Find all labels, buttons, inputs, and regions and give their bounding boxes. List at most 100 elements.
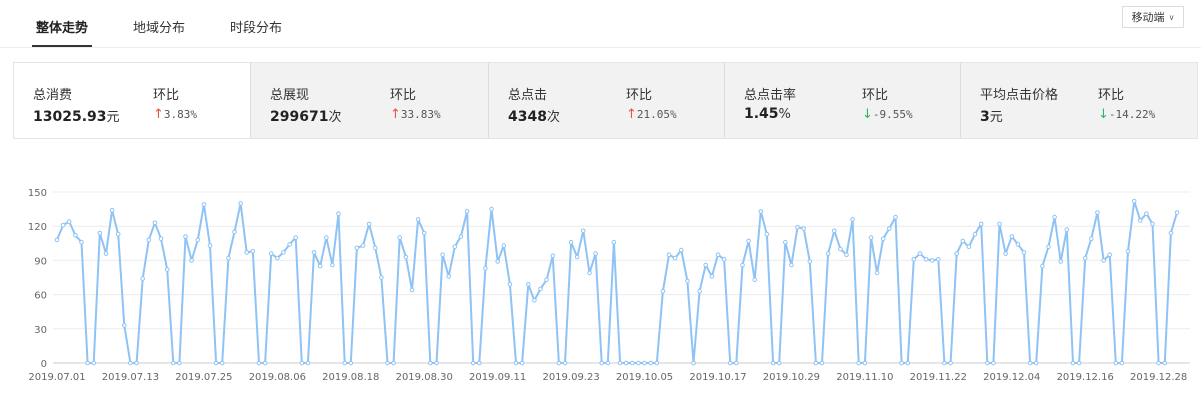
data-point[interactable] [838, 246, 843, 252]
data-point[interactable] [740, 262, 745, 268]
data-point[interactable] [1174, 210, 1180, 215]
metric-card-avg-click-price[interactable]: 平均点击价格 3元 环比 ↓-14.22% [960, 63, 1197, 138]
data-point[interactable] [164, 267, 170, 272]
data-point[interactable] [550, 253, 556, 259]
data-point[interactable] [360, 243, 366, 248]
metric-card-total-clicks[interactable]: 总点击 4348次 环比 ↑21.05% [488, 63, 724, 138]
data-point[interactable] [923, 257, 929, 262]
data-point[interactable] [734, 360, 739, 366]
data-point[interactable] [1107, 252, 1112, 257]
data-point[interactable] [887, 226, 892, 231]
data-point[interactable] [354, 245, 360, 251]
data-point[interactable] [770, 360, 776, 366]
data-point[interactable] [587, 270, 592, 276]
data-point[interactable] [287, 242, 292, 247]
data-point[interactable] [532, 298, 537, 303]
data-point[interactable] [421, 230, 427, 236]
data-point[interactable] [556, 360, 562, 366]
data-point[interactable] [1156, 360, 1161, 366]
data-point[interactable] [1064, 227, 1070, 232]
data-point[interactable] [1095, 210, 1100, 215]
data-point[interactable] [966, 244, 972, 249]
data-point[interactable] [795, 225, 800, 230]
data-point[interactable] [1021, 250, 1027, 255]
data-point[interactable] [366, 221, 372, 227]
data-point[interactable] [642, 360, 647, 366]
data-point[interactable] [936, 257, 941, 262]
data-point[interactable] [91, 360, 96, 366]
data-point[interactable] [281, 250, 286, 255]
tab-time-period-distribution[interactable]: 时段分布 [230, 17, 282, 36]
data-point[interactable] [526, 282, 531, 287]
data-point[interactable] [893, 214, 898, 220]
data-point[interactable] [213, 360, 219, 366]
data-point[interactable] [477, 360, 482, 366]
data-point[interactable] [97, 230, 103, 236]
data-point[interactable] [177, 360, 182, 366]
data-point[interactable] [648, 360, 654, 366]
data-point[interactable] [275, 255, 280, 261]
data-point[interactable] [1168, 230, 1174, 236]
data-point[interactable] [954, 251, 960, 256]
data-point[interactable] [1027, 360, 1033, 366]
data-point[interactable] [140, 276, 145, 281]
data-point[interactable] [146, 237, 152, 243]
data-point[interactable] [501, 243, 507, 248]
data-point[interactable] [207, 243, 213, 248]
data-point[interactable] [495, 259, 501, 264]
data-point[interactable] [1040, 263, 1045, 269]
data-point[interactable] [1119, 360, 1125, 366]
data-point[interactable] [128, 360, 133, 366]
tab-region-distribution[interactable]: 地域分布 [133, 17, 185, 36]
data-point[interactable] [440, 252, 445, 257]
data-point[interactable] [660, 288, 666, 294]
data-point[interactable] [672, 255, 678, 261]
data-point[interactable] [905, 360, 911, 366]
data-point[interactable] [311, 250, 317, 255]
data-point[interactable] [305, 360, 311, 366]
data-point[interactable] [862, 360, 868, 366]
data-point[interactable] [562, 360, 568, 366]
data-point[interactable] [324, 235, 329, 240]
data-point[interactable] [507, 282, 513, 287]
data-point[interactable] [1015, 242, 1021, 247]
data-point[interactable] [991, 360, 996, 366]
device-select[interactable]: 移动端 ∨ [1122, 6, 1184, 28]
data-point[interactable] [776, 360, 782, 366]
data-point[interactable] [1138, 218, 1143, 223]
data-point[interactable] [697, 288, 702, 294]
data-point[interactable] [599, 360, 605, 366]
data-point[interactable] [152, 220, 158, 226]
data-point[interactable] [103, 251, 109, 256]
data-point[interactable] [844, 252, 849, 257]
data-point[interactable] [513, 360, 519, 366]
data-point[interactable] [942, 360, 947, 366]
data-point[interactable] [250, 249, 256, 254]
data-point[interactable] [122, 323, 127, 328]
data-point[interactable] [715, 252, 721, 257]
data-point[interactable] [832, 228, 837, 234]
data-point[interactable] [189, 258, 194, 263]
data-point[interactable] [1033, 360, 1039, 366]
data-point[interactable] [623, 360, 629, 366]
data-point[interactable] [709, 274, 715, 279]
data-point[interactable] [783, 239, 788, 245]
data-point[interactable] [746, 238, 751, 244]
data-point[interactable] [268, 251, 274, 256]
data-point[interactable] [789, 262, 794, 268]
data-point[interactable] [195, 237, 201, 243]
data-point[interactable] [54, 237, 60, 243]
data-point[interactable] [519, 360, 525, 366]
data-point[interactable] [73, 233, 78, 238]
data-point[interactable] [317, 263, 323, 269]
data-point[interactable] [348, 360, 354, 366]
data-point[interactable] [134, 360, 139, 366]
data-point[interactable] [544, 277, 549, 283]
data-point[interactable] [330, 262, 335, 268]
data-point[interactable] [1076, 360, 1082, 366]
data-point[interactable] [721, 257, 727, 262]
data-point[interactable] [1125, 249, 1131, 254]
data-point[interactable] [489, 206, 494, 212]
data-point[interactable] [538, 286, 543, 292]
data-point[interactable] [434, 360, 439, 366]
